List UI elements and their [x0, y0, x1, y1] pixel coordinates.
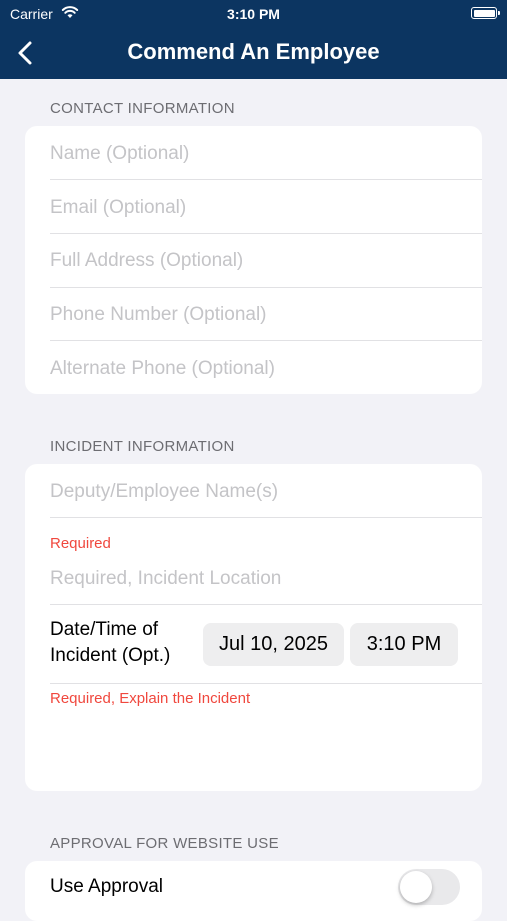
contact-section-header: CONTACT INFORMATION: [50, 100, 235, 117]
divider: [50, 179, 482, 180]
clock: 3:10 PM: [227, 6, 280, 22]
alternate-phone-field[interactable]: Alternate Phone (Optional): [50, 342, 482, 394]
incident-location-field[interactable]: Required, Incident Location: [50, 552, 482, 605]
incident-section-header: INCIDENT INFORMATION: [50, 438, 235, 455]
incident-card: Deputy/Employee Name(s) Required Require…: [25, 464, 482, 791]
navigation-bar: Commend An Employee: [0, 28, 507, 79]
date-picker[interactable]: Jul 10, 2025: [203, 623, 344, 666]
email-field[interactable]: Email (Optional): [50, 181, 482, 234]
datetime-label-line1: Date/Time of: [50, 619, 159, 640]
approval-section-header: APPROVAL FOR WEBSITE USE: [50, 835, 279, 852]
time-picker[interactable]: 3:10 PM: [350, 623, 458, 666]
battery-icon: [471, 7, 500, 19]
datetime-label: Date/Time of Incident (Opt.): [50, 617, 170, 669]
explain-incident-field[interactable]: Required, Explain the Incident: [50, 690, 250, 707]
approval-card: Use Approval: [25, 861, 482, 921]
divider: [50, 340, 482, 341]
toggle-knob: [400, 871, 432, 903]
divider: [50, 683, 482, 684]
datetime-label-line2: Incident (Opt.): [50, 645, 171, 666]
status-bar: Carrier 3:10 PM: [0, 0, 507, 28]
employee-names-field[interactable]: Deputy/Employee Name(s): [50, 465, 482, 518]
divider: [50, 517, 482, 518]
divider: [50, 604, 482, 605]
page-title: Commend An Employee: [127, 39, 380, 64]
name-field[interactable]: Name (Optional): [50, 127, 482, 180]
address-field[interactable]: Full Address (Optional): [50, 234, 482, 287]
phone-field[interactable]: Phone Number (Optional): [50, 288, 482, 341]
contact-card: Name (Optional) Email (Optional) Full Ad…: [25, 126, 482, 394]
use-approval-label: Use Approval: [50, 876, 164, 897]
location-required-label: Required: [50, 535, 111, 552]
